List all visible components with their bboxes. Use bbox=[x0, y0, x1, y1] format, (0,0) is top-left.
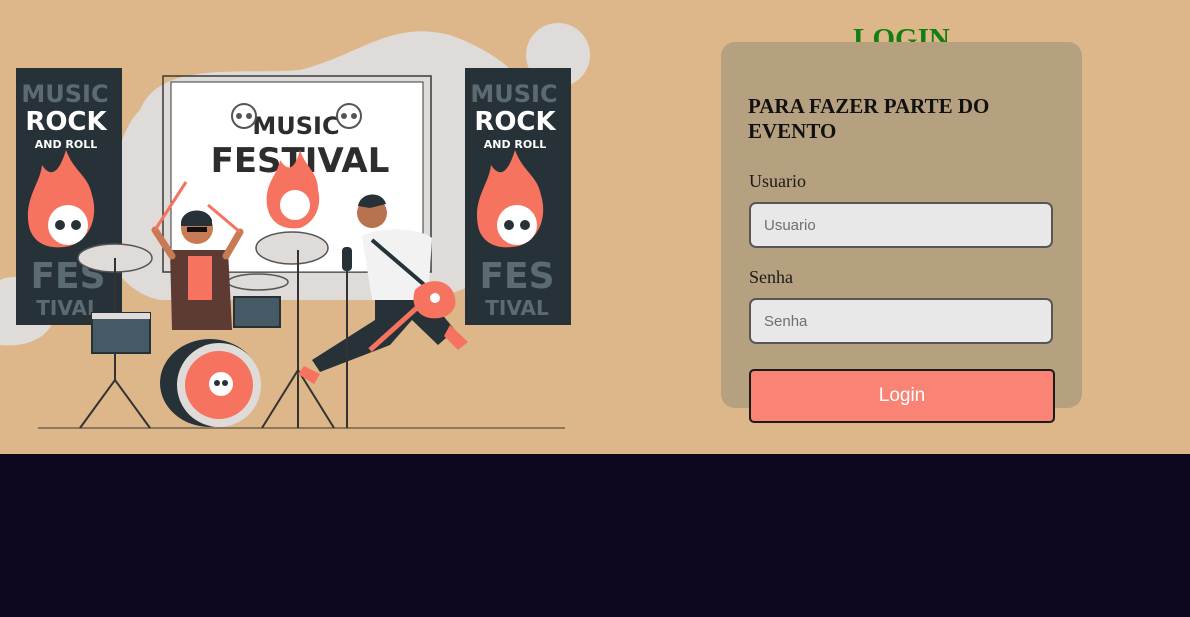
banner-text: ROCK bbox=[25, 107, 107, 137]
username-input[interactable] bbox=[749, 202, 1053, 248]
password-label: Senha bbox=[749, 267, 793, 287]
banner-text: AND ROLL bbox=[484, 138, 547, 151]
screen-text-music: MUSIC bbox=[252, 112, 339, 140]
skull-icon bbox=[336, 103, 362, 129]
rock-banner-left: MUSIC ROCK AND ROLL FES TIVAL bbox=[16, 68, 122, 325]
login-subtitle: PARA FAZER PARTE DO EVENTO bbox=[748, 94, 990, 143]
banner-text: TIVAL bbox=[485, 296, 549, 320]
music-festival-illustration: MUSIC FESTIVAL MUSIC ROCK AND ROLL bbox=[0, 23, 590, 429]
banner-text: MUSIC bbox=[470, 80, 557, 108]
banner-text: TIVAL bbox=[36, 296, 100, 320]
banner-text: AND ROLL bbox=[35, 138, 98, 151]
footer-area bbox=[0, 454, 1190, 617]
banner-text: FES bbox=[479, 256, 554, 297]
password-input[interactable] bbox=[749, 298, 1053, 344]
hero-section: MUSIC FESTIVAL MUSIC ROCK AND ROLL bbox=[0, 0, 1190, 454]
login-button[interactable]: Login bbox=[749, 369, 1055, 423]
banner-text: MUSIC bbox=[21, 80, 108, 108]
skull-icon bbox=[209, 372, 233, 396]
rock-banner-right: MUSIC ROCK AND ROLL FES TIVAL bbox=[465, 68, 571, 325]
banner-text: ROCK bbox=[474, 107, 556, 137]
skull-icon bbox=[231, 103, 257, 129]
username-label: Usuario bbox=[749, 171, 806, 191]
